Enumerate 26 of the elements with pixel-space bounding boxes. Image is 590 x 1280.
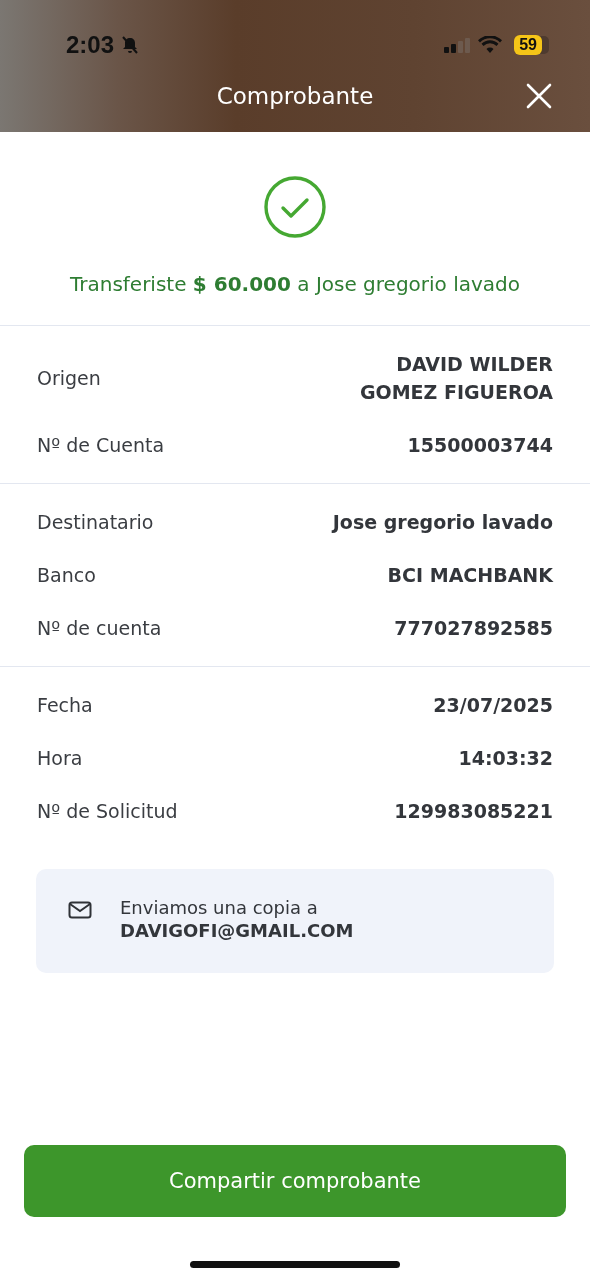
detail-value: BCI MACHBANK	[387, 563, 553, 588]
detail-label: Hora	[37, 747, 83, 769]
detail-value: 15500003744	[407, 433, 553, 458]
close-icon[interactable]	[526, 83, 552, 109]
detail-value: 14:03:32	[458, 746, 553, 771]
envelope-icon	[68, 901, 92, 919]
notice-email: DAVIGOFI@GMAIL.COM	[120, 920, 354, 941]
notice-text: Enviamos una copia a	[120, 897, 319, 918]
signal-icon	[444, 37, 473, 53]
share-button[interactable]: Compartir comprobante	[24, 1145, 566, 1217]
detail-label: Banco	[37, 564, 96, 586]
detail-label: Nº de cuenta	[37, 617, 162, 639]
status-time: 2:03	[66, 31, 115, 59]
page-title: Comprobante	[216, 83, 374, 109]
detail-label: Nº de Cuenta	[37, 434, 165, 456]
transfer-message: Transferiste $ 60.000 a Jose gregorio lavado	[69, 272, 521, 296]
detail-value: Jose gregorio lavado	[332, 510, 553, 535]
wifi-icon	[478, 36, 503, 54]
detail-label: Destinatario	[37, 511, 154, 533]
detail-value: 23/07/2025	[433, 693, 553, 718]
detail-value: DAVID WILDER GOMEZ FIGUEROA	[358, 352, 553, 405]
detail-label: Fecha	[37, 694, 93, 716]
detail-label: Origen	[37, 367, 101, 389]
detail-value: 777027892585	[394, 616, 553, 641]
detail-value: 129983085221	[394, 799, 553, 824]
detail-label: Nº de Solicitud	[37, 800, 178, 822]
